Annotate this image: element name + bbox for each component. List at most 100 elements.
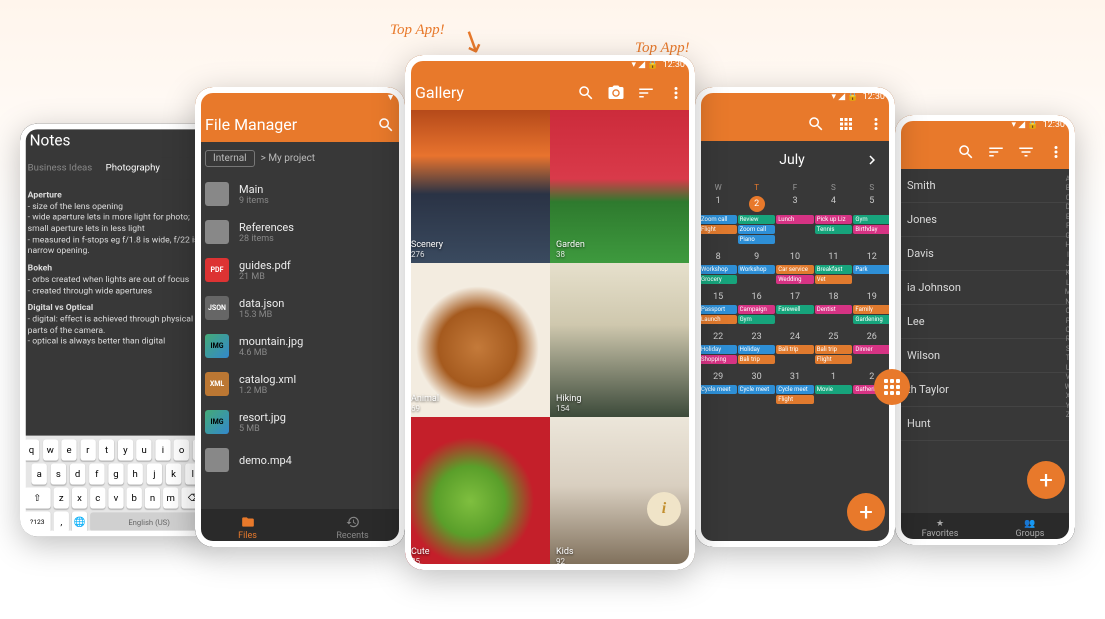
calendar-day[interactable]: 23 (737, 332, 775, 342)
calendar-day[interactable]: 25 (814, 332, 852, 342)
key-x[interactable]: x (72, 487, 87, 508)
calendar-event[interactable]: Family (853, 305, 891, 314)
calendar-event[interactable]: Gym (738, 315, 776, 324)
calendar-event[interactable]: Wedding (776, 275, 814, 284)
tab-photography[interactable]: Photography (106, 163, 160, 174)
calendar-day[interactable]: 16 (737, 292, 775, 302)
nav-groups[interactable]: 👥Groups (985, 513, 1075, 545)
search-icon[interactable] (577, 84, 595, 102)
calendar-day[interactable]: 24 (776, 332, 814, 342)
key-i[interactable]: i (155, 439, 170, 460)
calendar-event[interactable]: Lunch (776, 215, 814, 224)
calendar-day[interactable]: 4 (814, 196, 852, 212)
calendar-day[interactable]: 8 (699, 252, 737, 262)
breadcrumb-root[interactable]: Internal (205, 150, 255, 167)
calendar-day[interactable]: 30 (737, 372, 775, 382)
dialpad-fab[interactable] (874, 369, 910, 405)
key-a[interactable]: a (32, 463, 47, 484)
key-symbols[interactable]: ?123 (24, 511, 51, 532)
calendar-day[interactable]: 1 (699, 196, 737, 212)
file-item[interactable]: IMG resort.jpg 5 MB (195, 403, 405, 441)
calendar-event[interactable]: Passport (699, 305, 737, 314)
alpha-index[interactable]: ABCDEFGHIJKLMNOPQRSTUVWXYZ (1065, 175, 1071, 420)
calendar-event[interactable]: Flight (815, 355, 853, 364)
more-icon[interactable] (1047, 143, 1065, 161)
calendar-event[interactable]: Park (853, 265, 891, 274)
nav-favorites[interactable]: ★Favorites (895, 513, 985, 545)
key-w[interactable]: w (43, 439, 58, 460)
key-d[interactable]: d (70, 463, 85, 484)
calendar-event[interactable]: Dentist (815, 305, 853, 314)
key-j[interactable]: j (147, 463, 162, 484)
keyboard[interactable]: qwertyuiop asdfghjkl ⇧zxcvbnm⌫ ?123 , 🌐 … (20, 436, 212, 537)
key-⇧[interactable]: ⇧ (24, 487, 51, 508)
key-v[interactable]: v (108, 487, 123, 508)
calendar-event[interactable]: Breakfast (815, 265, 853, 274)
calendar-event[interactable]: Grocery (699, 275, 737, 284)
calendar-event[interactable]: Farewell (776, 305, 814, 314)
calendar-event[interactable]: Holiday (738, 345, 776, 354)
file-item[interactable]: JSON data.json 15.3 MB (195, 289, 405, 327)
file-item[interactable]: IMG mountain.jpg 4.6 MB (195, 327, 405, 365)
calendar-day[interactable]: 10 (776, 252, 814, 262)
calendar-event[interactable]: Workshop (738, 265, 776, 274)
key-u[interactable]: u (136, 439, 151, 460)
search-icon[interactable] (807, 115, 825, 133)
calendar-day[interactable]: 17 (776, 292, 814, 302)
contact-item[interactable]: Wilson (895, 339, 1075, 373)
calendar-event[interactable]: Bali trip (776, 345, 814, 354)
calendar-event[interactable]: Dinner (853, 345, 891, 354)
search-icon[interactable] (957, 143, 975, 161)
calendar-event[interactable]: Shopping (699, 355, 737, 364)
notes-content[interactable]: Aperture - size of the lens opening - wi… (20, 179, 212, 435)
key-q[interactable]: q (24, 439, 39, 460)
more-icon[interactable] (667, 84, 685, 102)
key-y[interactable]: y (118, 439, 133, 460)
album-animal[interactable]: Animal 69 (405, 263, 550, 416)
calendar-event[interactable]: Gardening (853, 315, 891, 324)
file-item[interactable]: Main 9 items (195, 175, 405, 213)
calendar-event[interactable]: Campaign (738, 305, 776, 314)
calendar-day[interactable]: 5 (853, 196, 891, 212)
calendar-event[interactable]: Holiday (699, 345, 737, 354)
calendar-event[interactable]: Cycle meet (776, 385, 814, 394)
album-kids[interactable]: Kids 92 (550, 417, 695, 570)
calendar-event[interactable]: Launch (699, 315, 737, 324)
calendar-day[interactable]: 9 (737, 252, 775, 262)
contact-item[interactable]: th Taylor (895, 373, 1075, 407)
next-month-icon[interactable] (863, 151, 881, 169)
more-icon[interactable] (867, 115, 885, 133)
camera-icon[interactable] (607, 84, 625, 102)
filter-icon[interactable] (1017, 143, 1035, 161)
album-garden[interactable]: Garden 38 (550, 110, 695, 263)
calendar-event[interactable]: Pick up Liz (815, 215, 853, 224)
key-f[interactable]: f (89, 463, 104, 484)
calendar-event[interactable]: Vet (815, 275, 853, 284)
calendar-day[interactable]: 2 (749, 196, 765, 212)
album-cute[interactable]: Cute 85 (405, 417, 550, 570)
nav-recents[interactable]: Recents (300, 509, 405, 547)
calendar-event[interactable]: Birthday (853, 225, 891, 234)
key-k[interactable]: k (166, 463, 181, 484)
key-b[interactable]: b (127, 487, 142, 508)
key-s[interactable]: s (51, 463, 66, 484)
key-g[interactable]: g (108, 463, 123, 484)
contact-item[interactable]: ia Johnson (895, 271, 1075, 305)
calendar-day[interactable]: 29 (699, 372, 737, 382)
calendar-event[interactable]: Workshop (699, 265, 737, 274)
calendar-day[interactable]: 22 (699, 332, 737, 342)
calendar-event[interactable]: Flight (776, 395, 814, 404)
key-spacebar[interactable]: English (US) (90, 512, 208, 531)
calendar-event[interactable]: Zoom call (738, 225, 776, 234)
contact-item[interactable]: Jones (895, 203, 1075, 237)
sort-icon[interactable] (637, 84, 655, 102)
key-m[interactable]: m (163, 487, 178, 508)
calendar-day[interactable]: 31 (776, 372, 814, 382)
calendar-event[interactable]: Bali trip (738, 355, 776, 364)
calendar-day[interactable]: 19 (853, 292, 891, 302)
calendar-day[interactable]: 12 (853, 252, 891, 262)
file-item[interactable]: XML catalog.xml 1.2 MB (195, 365, 405, 403)
add-contact-fab[interactable]: + (1027, 461, 1065, 499)
calendar-day[interactable]: 1 (814, 372, 852, 382)
calendar-event[interactable]: Tennis (815, 225, 853, 234)
